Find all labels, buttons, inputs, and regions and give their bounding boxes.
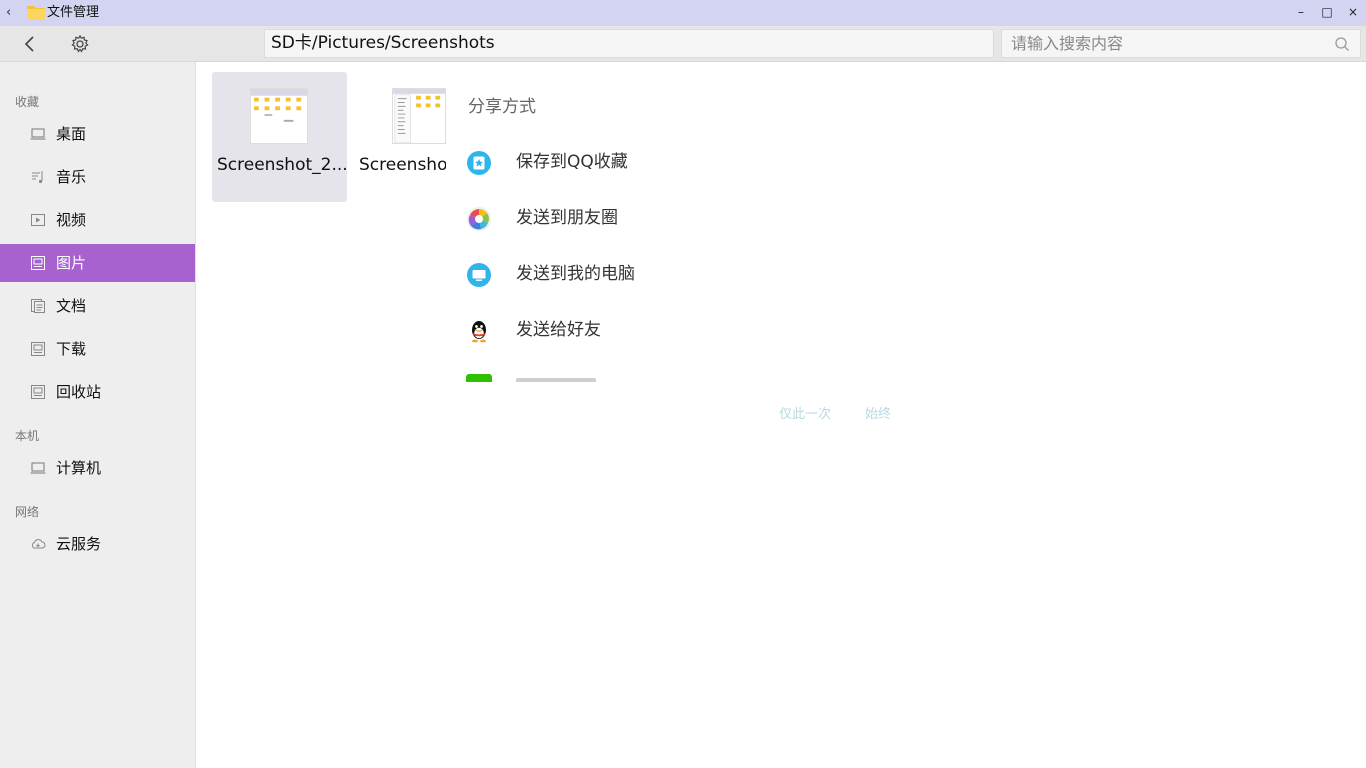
- gear-icon[interactable]: [70, 34, 90, 54]
- sidebar-item-desktop[interactable]: 桌面: [0, 115, 195, 153]
- title-bar: ‹ 文件管理 – □ ×: [0, 0, 1366, 26]
- sidebar-item-video[interactable]: 视频: [0, 201, 195, 239]
- section-favorites-heading: 收藏: [15, 95, 40, 109]
- share-item-partial[interactable]: [466, 374, 886, 382]
- music-icon: [32, 171, 43, 184]
- sidebar-item-label: 回收站: [56, 383, 102, 401]
- sidebar-item-pictures[interactable]: 图片: [0, 244, 195, 282]
- wechat-icon: [466, 374, 492, 382]
- share-item-label-partial: [516, 378, 596, 382]
- sidebar-item-label: 视频: [56, 211, 87, 229]
- just-once-button[interactable]: 仅此一次: [779, 406, 831, 424]
- moments-icon: [467, 207, 491, 231]
- maximize-button[interactable]: □: [1318, 3, 1336, 21]
- cloud-icon: [31, 539, 46, 549]
- sidebar-item-downloads[interactable]: 下载: [0, 330, 195, 368]
- share-dialog: 分享方式 保存到QQ收藏 发送到朋友圈 发送到我的电脑 发送给好友 仅此一次 始…: [446, 72, 916, 432]
- always-button[interactable]: 始终: [865, 406, 891, 424]
- sidebar-item-trash[interactable]: 回收站: [0, 373, 195, 411]
- file-item[interactable]: Screensho: [354, 72, 446, 202]
- trash-icon: [31, 385, 45, 399]
- share-item-label: 发送到我的电脑: [516, 264, 635, 284]
- sidebar-item-label: 下载: [56, 340, 87, 358]
- sidebar-item-music[interactable]: 音乐: [0, 158, 195, 196]
- close-button[interactable]: ×: [1344, 3, 1362, 21]
- title-back-icon[interactable]: ‹: [6, 4, 20, 22]
- sidebar: 收藏 桌面 音乐 视频 图片 文档 下载 回收站 本机 计算机 网络 云服务: [0, 62, 196, 768]
- sidebar-item-label: 音乐: [56, 168, 87, 186]
- picture-icon: [31, 256, 45, 270]
- section-network-heading: 网络: [15, 505, 40, 519]
- sidebar-item-documents[interactable]: 文档: [0, 287, 195, 325]
- minimize-button[interactable]: –: [1292, 3, 1310, 21]
- sidebar-item-label: 桌面: [56, 125, 87, 143]
- share-item-qq-favorites[interactable]: 保存到QQ收藏: [466, 142, 886, 182]
- sidebar-item-cloud[interactable]: 云服务: [0, 525, 195, 563]
- search-input[interactable]: 请输入搜索内容: [1001, 29, 1361, 58]
- share-item-my-computer[interactable]: 发送到我的电脑: [466, 254, 886, 294]
- qq-favorites-icon: [467, 151, 491, 175]
- file-name: Screenshot_2...: [217, 155, 348, 175]
- monitor-icon: [30, 128, 46, 140]
- toolbar: SD卡/Pictures/Screenshots 请输入搜索内容: [0, 26, 1366, 62]
- computer-icon: [30, 462, 46, 474]
- share-dialog-title: 分享方式: [468, 97, 536, 117]
- share-item-label: 发送到朋友圈: [516, 208, 618, 228]
- file-item[interactable]: Screenshot_2...: [212, 72, 348, 202]
- sidebar-item-label: 图片: [56, 254, 87, 272]
- download-icon: [31, 342, 45, 356]
- section-local-heading: 本机: [15, 429, 40, 443]
- share-item-moments[interactable]: 发送到朋友圈: [466, 198, 886, 238]
- video-icon: [31, 214, 45, 226]
- share-item-label: 保存到QQ收藏: [516, 152, 628, 172]
- qq-friend-icon: [472, 321, 486, 343]
- sidebar-item-label: 文档: [56, 297, 87, 315]
- screenshot-thumbnail: [392, 88, 446, 144]
- path-bar[interactable]: SD卡/Pictures/Screenshots: [264, 29, 994, 58]
- my-computer-icon: [467, 263, 491, 287]
- sidebar-item-computer[interactable]: 计算机: [0, 449, 195, 487]
- document-icon: [31, 299, 45, 313]
- search-icon[interactable]: [1334, 36, 1350, 52]
- sidebar-item-label: 云服务: [56, 535, 102, 553]
- sidebar-item-label: 计算机: [56, 459, 102, 477]
- file-name: Screensho: [359, 155, 446, 175]
- share-item-label: 发送给好友: [516, 320, 601, 340]
- folder-icon: [27, 6, 45, 20]
- search-placeholder: 请输入搜索内容: [1011, 34, 1124, 53]
- back-arrow-icon[interactable]: [20, 34, 40, 54]
- window-title: 文件管理: [47, 5, 100, 20]
- share-item-qq-friend[interactable]: 发送给好友: [466, 310, 886, 350]
- screenshot-thumbnail: [250, 88, 308, 144]
